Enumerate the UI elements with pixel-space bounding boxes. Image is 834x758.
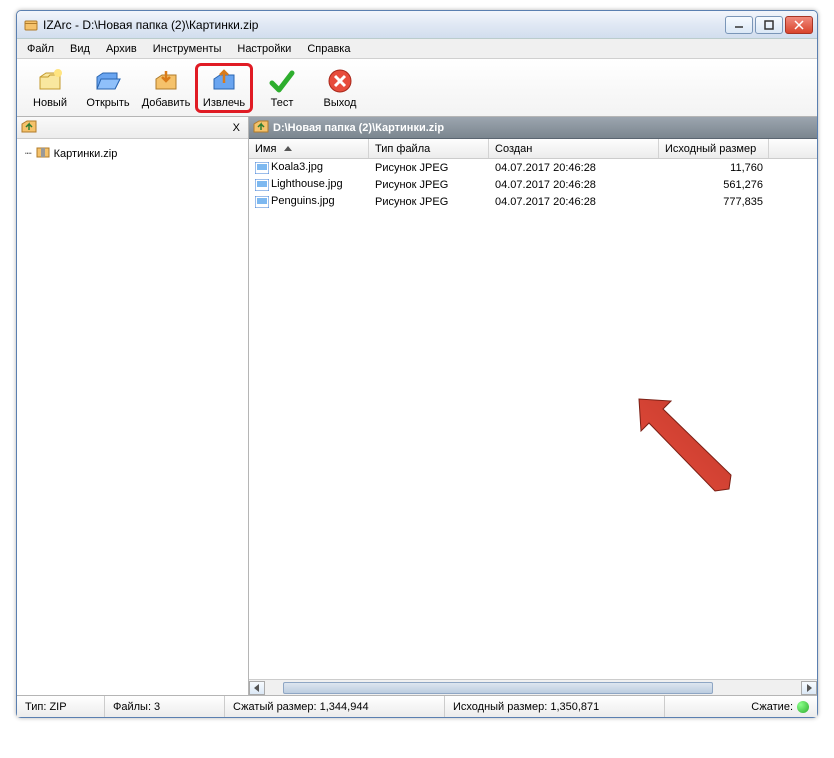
menu-archive[interactable]: Архив: [98, 41, 145, 57]
status-ratio: Сжатие:: [665, 696, 817, 717]
status-type: Тип: ZIP: [17, 696, 105, 717]
body: X ┈ Картинки.zip D:\Новая папка (2)\Карт…: [17, 117, 817, 695]
folder-up-icon[interactable]: [21, 119, 37, 136]
main-panel: D:\Новая папка (2)\Картинки.zip Имя Тип …: [249, 117, 817, 695]
toolbar-exit-label: Выход: [324, 97, 357, 109]
statusbar: Тип: ZIP Файлы: 3 Сжатый размер: 1,344,9…: [17, 695, 817, 717]
close-button[interactable]: [785, 16, 813, 34]
status-files: Файлы: 3: [105, 696, 225, 717]
image-file-icon: [255, 179, 269, 191]
folder-up-icon[interactable]: [253, 119, 269, 136]
extract-icon: [210, 67, 238, 95]
sort-ascending-icon: [284, 146, 292, 151]
scroll-thumb[interactable]: [283, 682, 713, 694]
toolbar-test-button[interactable]: Тест: [253, 63, 311, 113]
maximize-button[interactable]: [755, 16, 783, 34]
horizontal-scrollbar[interactable]: [249, 679, 817, 695]
toolbar-add-label: Добавить: [142, 97, 191, 109]
menu-help[interactable]: Справка: [299, 41, 358, 57]
toolbar-exit-button[interactable]: Выход: [311, 63, 369, 113]
titlebar[interactable]: IZArc - D:\Новая папка (2)\Картинки.zip: [17, 11, 817, 39]
scroll-right-button[interactable]: [801, 681, 817, 695]
column-header-created[interactable]: Создан: [489, 139, 659, 158]
menu-file[interactable]: Файл: [19, 41, 62, 57]
status-compressed: Сжатый размер: 1,344,944: [225, 696, 445, 717]
window-title: IZArc - D:\Новая папка (2)\Картинки.zip: [43, 18, 725, 32]
column-header-name[interactable]: Имя: [249, 139, 369, 158]
toolbar-new-label: Новый: [33, 97, 67, 109]
table-row[interactable]: Lighthouse.jpg Рисунок JPEG 04.07.2017 2…: [249, 176, 817, 193]
menu-tools[interactable]: Инструменты: [145, 41, 230, 57]
tree-connector: ┈: [25, 147, 32, 160]
toolbar-extract-label: Извлечь: [203, 97, 245, 109]
file-list[interactable]: Koala3.jpg Рисунок JPEG 04.07.2017 20:46…: [249, 159, 817, 679]
tree-item-label: Картинки.zip: [54, 148, 118, 160]
column-headers: Имя Тип файла Создан Исходный размер: [249, 139, 817, 159]
table-row[interactable]: Penguins.jpg Рисунок JPEG 04.07.2017 20:…: [249, 193, 817, 210]
sidebar-close-button[interactable]: X: [229, 122, 244, 134]
exit-icon: [326, 67, 354, 95]
toolbar-new-button[interactable]: Новый: [21, 63, 79, 113]
sidebar-header: X: [17, 117, 248, 139]
application-window: IZArc - D:\Новая папка (2)\Картинки.zip …: [16, 10, 818, 718]
scroll-left-button[interactable]: [249, 681, 265, 695]
image-file-icon: [255, 162, 269, 174]
toolbar: Новый Открыть Добавить Извлечь Тест Выхо…: [17, 59, 817, 117]
minimize-button[interactable]: [725, 16, 753, 34]
annotation-arrow: [629, 389, 739, 499]
menu-settings[interactable]: Настройки: [229, 41, 299, 57]
open-icon: [94, 67, 122, 95]
toolbar-extract-button[interactable]: Извлечь: [195, 63, 253, 113]
table-row[interactable]: Koala3.jpg Рисунок JPEG 04.07.2017 20:46…: [249, 159, 817, 176]
toolbar-open-label: Открыть: [86, 97, 129, 109]
column-header-size[interactable]: Исходный размер: [659, 139, 769, 158]
path-bar: D:\Новая папка (2)\Картинки.zip: [249, 117, 817, 139]
sidebar: X ┈ Картинки.zip: [17, 117, 249, 695]
archive-icon: [36, 146, 50, 161]
toolbar-add-button[interactable]: Добавить: [137, 63, 195, 113]
status-original: Исходный размер: 1,350,871: [445, 696, 665, 717]
toolbar-open-button[interactable]: Открыть: [79, 63, 137, 113]
path-text: D:\Новая папка (2)\Картинки.zip: [273, 122, 444, 134]
menu-view[interactable]: Вид: [62, 41, 98, 57]
tree-view[interactable]: ┈ Картинки.zip: [17, 139, 248, 695]
test-icon: [268, 67, 296, 95]
window-controls: [725, 16, 813, 34]
status-indicator-icon: [797, 701, 809, 713]
toolbar-test-label: Тест: [271, 97, 294, 109]
add-icon: [152, 67, 180, 95]
menubar: Файл Вид Архив Инструменты Настройки Спр…: [17, 39, 817, 59]
image-file-icon: [255, 196, 269, 208]
column-header-type[interactable]: Тип файла: [369, 139, 489, 158]
app-icon: [23, 17, 39, 33]
tree-item[interactable]: ┈ Картинки.zip: [25, 145, 240, 162]
new-icon: [36, 67, 64, 95]
